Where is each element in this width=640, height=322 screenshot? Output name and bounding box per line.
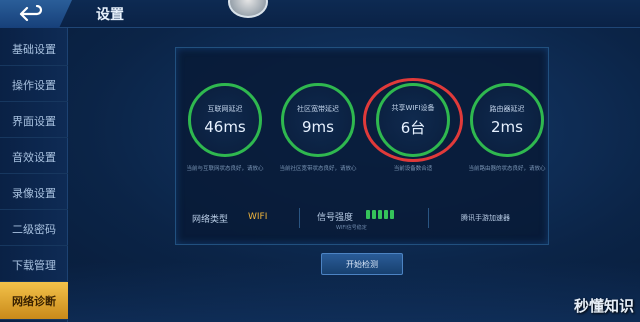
sidebar-item-controls[interactable]: 操作设置 [0, 68, 68, 102]
signal-bars-icon [366, 210, 394, 219]
signal-status: WIFI信号稳定 [336, 225, 367, 231]
sidebar-item-downloads[interactable]: 下载管理 [0, 248, 68, 282]
metric-desc: 当前社区宽带状态良好，请放心 [279, 166, 357, 172]
metric-desc: 当前与互联网状态良好，请放心 [186, 166, 264, 172]
avatar[interactable] [228, 0, 268, 18]
back-button[interactable] [0, 0, 72, 28]
metric-ring: 互联网延迟 46ms [188, 83, 262, 157]
metric-label: 路由器延迟 [489, 105, 525, 113]
sidebar-item-interface[interactable]: 界面设置 [0, 104, 68, 138]
network-type-value: WIFI [248, 212, 268, 222]
metric-community-latency: 社区宽带延迟 9ms 当前社区宽带状态良好，请放心 [272, 83, 364, 173]
top-bar: 设置 [0, 0, 640, 28]
divider [299, 208, 300, 228]
divider [428, 208, 429, 228]
sidebar-item-basic[interactable]: 基础设置 [0, 32, 68, 66]
metric-internet-latency: 互联网延迟 46ms 当前与互联网状态良好，请放心 [179, 83, 271, 173]
sidebar-item-sound[interactable]: 音效设置 [0, 140, 68, 174]
metric-value: 2ms [491, 118, 523, 136]
metric-label: 互联网延迟 [207, 105, 243, 113]
diagnosis-panel: 互联网延迟 46ms 当前与互联网状态良好，请放心 社区宽带延迟 9ms 当前社… [175, 47, 549, 245]
network-type-label: 网络类型 [192, 215, 229, 225]
page-title: 设置 [96, 7, 124, 23]
accelerator-label[interactable]: 腾讯手游加速器 [461, 213, 510, 223]
start-check-button[interactable]: 开始检测 [321, 253, 403, 275]
sidebar-item-network-diagnosis[interactable]: 网络诊断 [0, 282, 68, 320]
highlight-circle [363, 78, 463, 162]
watermark: 秒懂知识 [573, 297, 634, 315]
metric-ring: 路由器延迟 2ms [470, 83, 544, 157]
back-arrow-icon [19, 5, 43, 22]
signal-strength-label: 信号强度 [317, 213, 354, 223]
sidebar-item-recording[interactable]: 录像设置 [0, 176, 68, 210]
metric-router-latency: 路由器延迟 2ms 当前路由器的状态良好，请放心 [461, 83, 553, 173]
metric-value: 46ms [204, 118, 246, 136]
sidebar: 基础设置 操作设置 界面设置 音效设置 录像设置 二级密码 下载管理 网络诊断 [0, 28, 68, 322]
metric-desc: 当前路由器的状态良好，请放心 [468, 166, 546, 172]
metric-label: 社区宽带延迟 [297, 105, 339, 113]
metric-desc: 当前设备数合适 [393, 166, 433, 172]
info-row: 网络类型 WIFI 信号强度 WIFI信号稳定 腾讯手游加速器 [176, 204, 550, 234]
metric-value: 9ms [302, 118, 334, 136]
sidebar-item-secondary-password[interactable]: 二级密码 [0, 212, 68, 246]
metric-ring: 社区宽带延迟 9ms [281, 83, 355, 157]
